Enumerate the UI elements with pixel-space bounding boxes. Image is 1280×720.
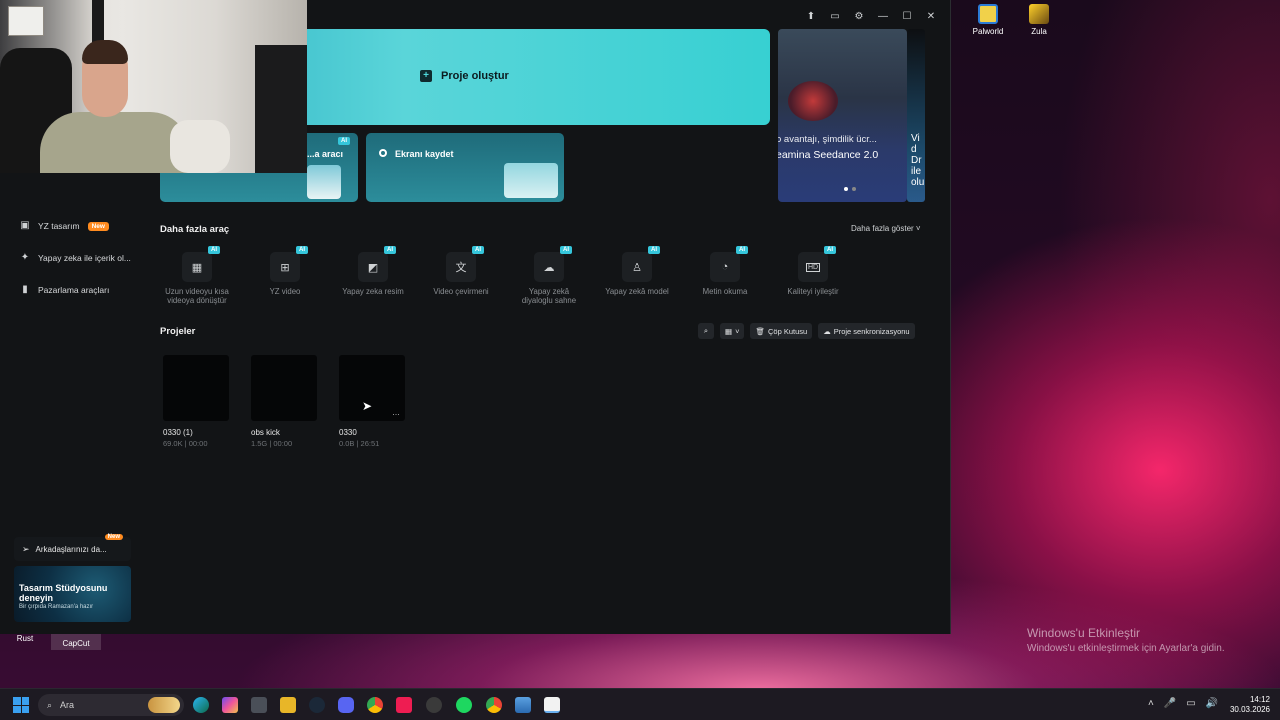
tool-video-translator[interactable]: 文 AI Video çevirmeni (421, 246, 501, 296)
image-plus-icon: ◩ (367, 261, 379, 274)
window-controls: ⬆ ▭ ⚙ — ☐ ✕ (804, 9, 938, 23)
projects-toolbar: ⌕ ▦ ˅ 🗑 Çöp Kutusu ☁ Proje senkronizasyonu (698, 323, 915, 339)
trash-icon: 🗑 (755, 326, 766, 336)
more-options-icon[interactable]: … (392, 408, 400, 417)
chrome-icon[interactable] (367, 697, 383, 713)
taskbar-search[interactable]: ⌕ Ara (38, 694, 184, 716)
webcam-overlay (0, 0, 307, 173)
carousel-dots[interactable] (844, 187, 856, 191)
steam-icon[interactable] (309, 697, 325, 713)
chevron-up-icon[interactable]: ˄ (1148, 698, 1154, 709)
tools-section-title: Daha fazla araç (160, 224, 230, 235)
project-card[interactable]: obs kick 1.5G | 00:00 (251, 355, 317, 448)
windows-activation-notice: Windows'u Etkinleştir Windows'u etkinleş… (1027, 626, 1225, 654)
palworld-icon (978, 4, 998, 24)
bag-icon: ▮ (22, 284, 28, 295)
upload-icon[interactable]: ⬆ (804, 9, 818, 23)
project-card[interactable]: 0330 (1) 69.0K | 00:00 (163, 355, 229, 448)
desktop-icon-zula[interactable]: Zula (1011, 4, 1067, 36)
activation-subtitle: Windows'u etkinleştirmek için Ayarlar'a … (1027, 643, 1225, 654)
clock[interactable]: 14:12 30.03.2026 (1230, 695, 1270, 715)
shirt-icon: ♙ (632, 261, 642, 274)
card-thumbnail (504, 163, 558, 198)
image-edit-icon: ▣ (20, 220, 30, 231)
chrome-profile-icon[interactable] (486, 697, 502, 713)
quick-card-screen-record[interactable]: Ekranı kaydet (366, 133, 564, 202)
mouse-cursor-icon: ➤ (362, 399, 373, 413)
create-project-button[interactable]: + Proje oluştur (420, 70, 509, 82)
project-sync-button[interactable]: ☁ Proje senkronizasyonu (818, 323, 915, 339)
activation-title: Windows'u Etkinleştir (1027, 626, 1140, 640)
send-icon: ➢ (22, 543, 30, 554)
project-thumbnail[interactable] (251, 355, 317, 421)
maximize-button[interactable]: ☐ (900, 9, 914, 23)
taskbar: ⌕ Ara ˄ 🎤 ▭ 🔊 14:12 30.03.2026 (0, 688, 1280, 720)
projects-section-title: Projeler (160, 326, 196, 337)
sidebar-item-marketing[interactable]: ▮ Pazarlama araçları (20, 281, 109, 299)
sidebar-item-ai-content[interactable]: ✦ Yapay zeka ile içerik ol... (20, 249, 131, 267)
display-icon[interactable]: ▭ (1186, 698, 1195, 709)
view-toggle-button[interactable]: ▦ ˅ (720, 323, 745, 339)
search-icon: ⌕ (47, 699, 53, 710)
dialog-icon: ☁ (543, 261, 555, 274)
photos-icon[interactable] (515, 697, 531, 713)
plus-icon: + (420, 70, 432, 82)
tool-ai-model[interactable]: ♙ AI Yapay zekâ model (597, 246, 677, 296)
invite-friends-button[interactable]: ➢ Arkadaşlarınızı da... New (14, 534, 131, 561)
project-thumbnail[interactable]: … ➤ (339, 355, 405, 421)
new-badge: New (104, 534, 123, 540)
design-studio-promo[interactable]: Tasarım Stüdyosunu deneyin Bir çırpıda R… (14, 566, 131, 622)
ai-badge: AI (338, 137, 350, 145)
obs-icon[interactable] (426, 697, 442, 713)
project-card[interactable]: … ➤ 0330 0.0B | 26:51 (339, 355, 405, 448)
promo-image (788, 81, 838, 121)
sparkle-icon: ✦ (20, 252, 30, 263)
microphone-icon[interactable]: 🎤 (1164, 698, 1176, 709)
tool-ai-image[interactable]: ◩ AI Yapay zeka resim (333, 246, 413, 296)
tool-ai-dialog-scene[interactable]: ☁ AI Yapay zekâ diyaloglu sahne (509, 246, 589, 305)
sidebar-item-yz-tasarim[interactable]: ▣ YZ tasarım New (20, 217, 109, 235)
promo-banner-next[interactable]: Vid Dr ile olu (907, 29, 925, 202)
tool-text-to-speech[interactable]: ◔ AI Metin okuma (685, 246, 765, 296)
card-thumbnail (307, 165, 341, 199)
promo-banner[interactable]: o avantajı, şimdilik ücr... eamina Seeda… (778, 29, 907, 202)
feedback-icon[interactable]: ▭ (828, 9, 842, 23)
tiktok-icon[interactable] (396, 697, 412, 713)
video-plus-icon: ⊞ (280, 261, 290, 274)
system-tray: ˄ 🎤 ▭ 🔊 (1148, 698, 1218, 709)
chevron-down-icon: ˅ (735, 326, 740, 336)
capcut-icon[interactable] (544, 697, 560, 713)
cloud-icon: ☁ (823, 326, 831, 336)
trash-button[interactable]: 🗑 Çöp Kutusu (750, 323, 813, 339)
voice-icon: ◔ (721, 261, 729, 273)
windows-start-button[interactable] (13, 697, 29, 713)
hd-icon: HD (805, 262, 821, 272)
settings-icon[interactable]: ⚙ (852, 9, 866, 23)
tool-long-to-short[interactable]: ▦ AI Uzun videoyu kısa videoya dönüştür (157, 246, 237, 305)
show-more-link[interactable]: Daha fazla göster ˅ (851, 224, 921, 233)
tool-enhance-quality[interactable]: HD AI Kaliteyi iyileştir (773, 246, 853, 296)
project-thumbnail[interactable] (163, 355, 229, 421)
discord-icon[interactable] (338, 697, 354, 713)
zula-icon (1029, 4, 1049, 24)
record-icon (379, 149, 387, 157)
edge-icon[interactable] (193, 697, 209, 713)
search-button[interactable]: ⌕ (698, 323, 714, 339)
film-icon: ▦ (191, 261, 203, 274)
minimize-button[interactable]: — (876, 9, 890, 23)
file-explorer-icon[interactable] (280, 697, 296, 713)
search-icon: ⌕ (703, 326, 709, 335)
search-highlight-image (148, 697, 180, 713)
translate-icon: 文 (455, 262, 467, 274)
spotify-icon[interactable] (456, 697, 472, 713)
close-button[interactable]: ✕ (924, 9, 938, 23)
store-icon[interactable] (251, 697, 267, 713)
copilot-icon[interactable] (222, 697, 238, 713)
volume-icon[interactable]: 🔊 (1206, 698, 1218, 709)
tool-ai-video[interactable]: ⊞ AI YZ video (245, 246, 325, 296)
new-badge: New (87, 221, 109, 231)
grid-icon: ▦ (725, 326, 733, 336)
desktop-icon-rust[interactable]: Rust (0, 634, 53, 643)
desktop-icon-palworld[interactable]: Palworld (960, 4, 1016, 36)
